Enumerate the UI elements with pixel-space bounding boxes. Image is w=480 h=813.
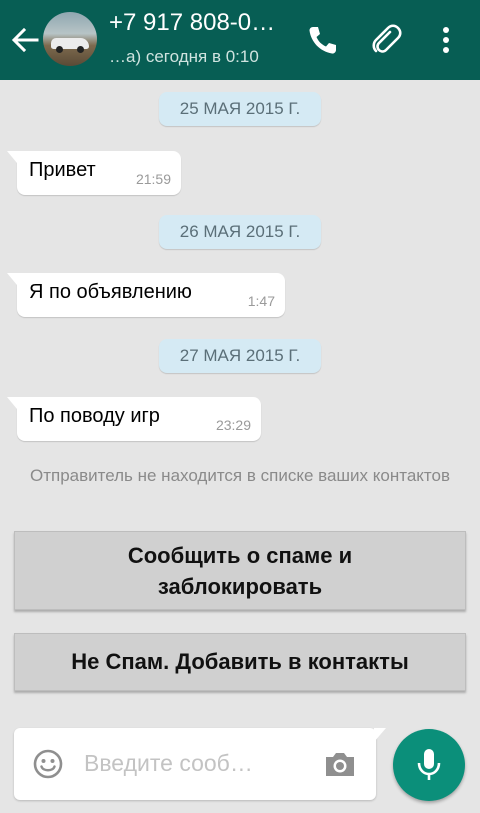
- message-input[interactable]: [84, 750, 314, 777]
- incoming-message[interactable]: По поводу игр 23:29: [7, 397, 261, 441]
- last-seen-status: …а) сегодня в 0:10: [109, 47, 259, 66]
- chat-header: +7 917 808-0… …а) сегодня в 0:10: [0, 0, 480, 80]
- mic-icon: [417, 749, 441, 780]
- phone-icon[interactable]: [303, 22, 339, 58]
- camera-icon[interactable]: [324, 750, 356, 778]
- date-separator: 26 МАЯ 2015 Г.: [159, 215, 321, 249]
- contact-name[interactable]: +7 917 808-0…: [109, 8, 294, 38]
- paperclip-icon[interactable]: [368, 22, 404, 58]
- message-text: Привет: [29, 159, 96, 181]
- message-time: 1:47: [247, 293, 275, 309]
- incoming-message[interactable]: Я по объявлению 1:47: [7, 273, 285, 317]
- date-separator: 27 МАЯ 2015 Г.: [159, 339, 321, 373]
- avatar[interactable]: [43, 12, 97, 66]
- message-time: 21:59: [135, 171, 171, 187]
- more-vert-icon[interactable]: [428, 22, 464, 58]
- message-text: Я по объявлению: [29, 281, 192, 303]
- message-text: По поводу игр: [29, 405, 160, 427]
- back-arrow-icon[interactable]: [10, 26, 40, 54]
- emoji-icon[interactable]: [32, 748, 64, 780]
- voice-record-button[interactable]: [393, 729, 465, 801]
- unknown-sender-notice: Отправитель не находится в списке ваших …: [29, 466, 451, 485]
- incoming-message[interactable]: Привет 21:59: [7, 151, 181, 195]
- date-separator: 25 МАЯ 2015 Г.: [159, 92, 321, 126]
- message-time: 23:29: [215, 417, 251, 433]
- not-spam-add-contact-button[interactable]: Не Спам. Добавить в контакты: [14, 633, 466, 691]
- report-spam-block-button[interactable]: Сообщить о спаме и заблокировать: [14, 531, 466, 610]
- message-composer: [14, 728, 386, 800]
